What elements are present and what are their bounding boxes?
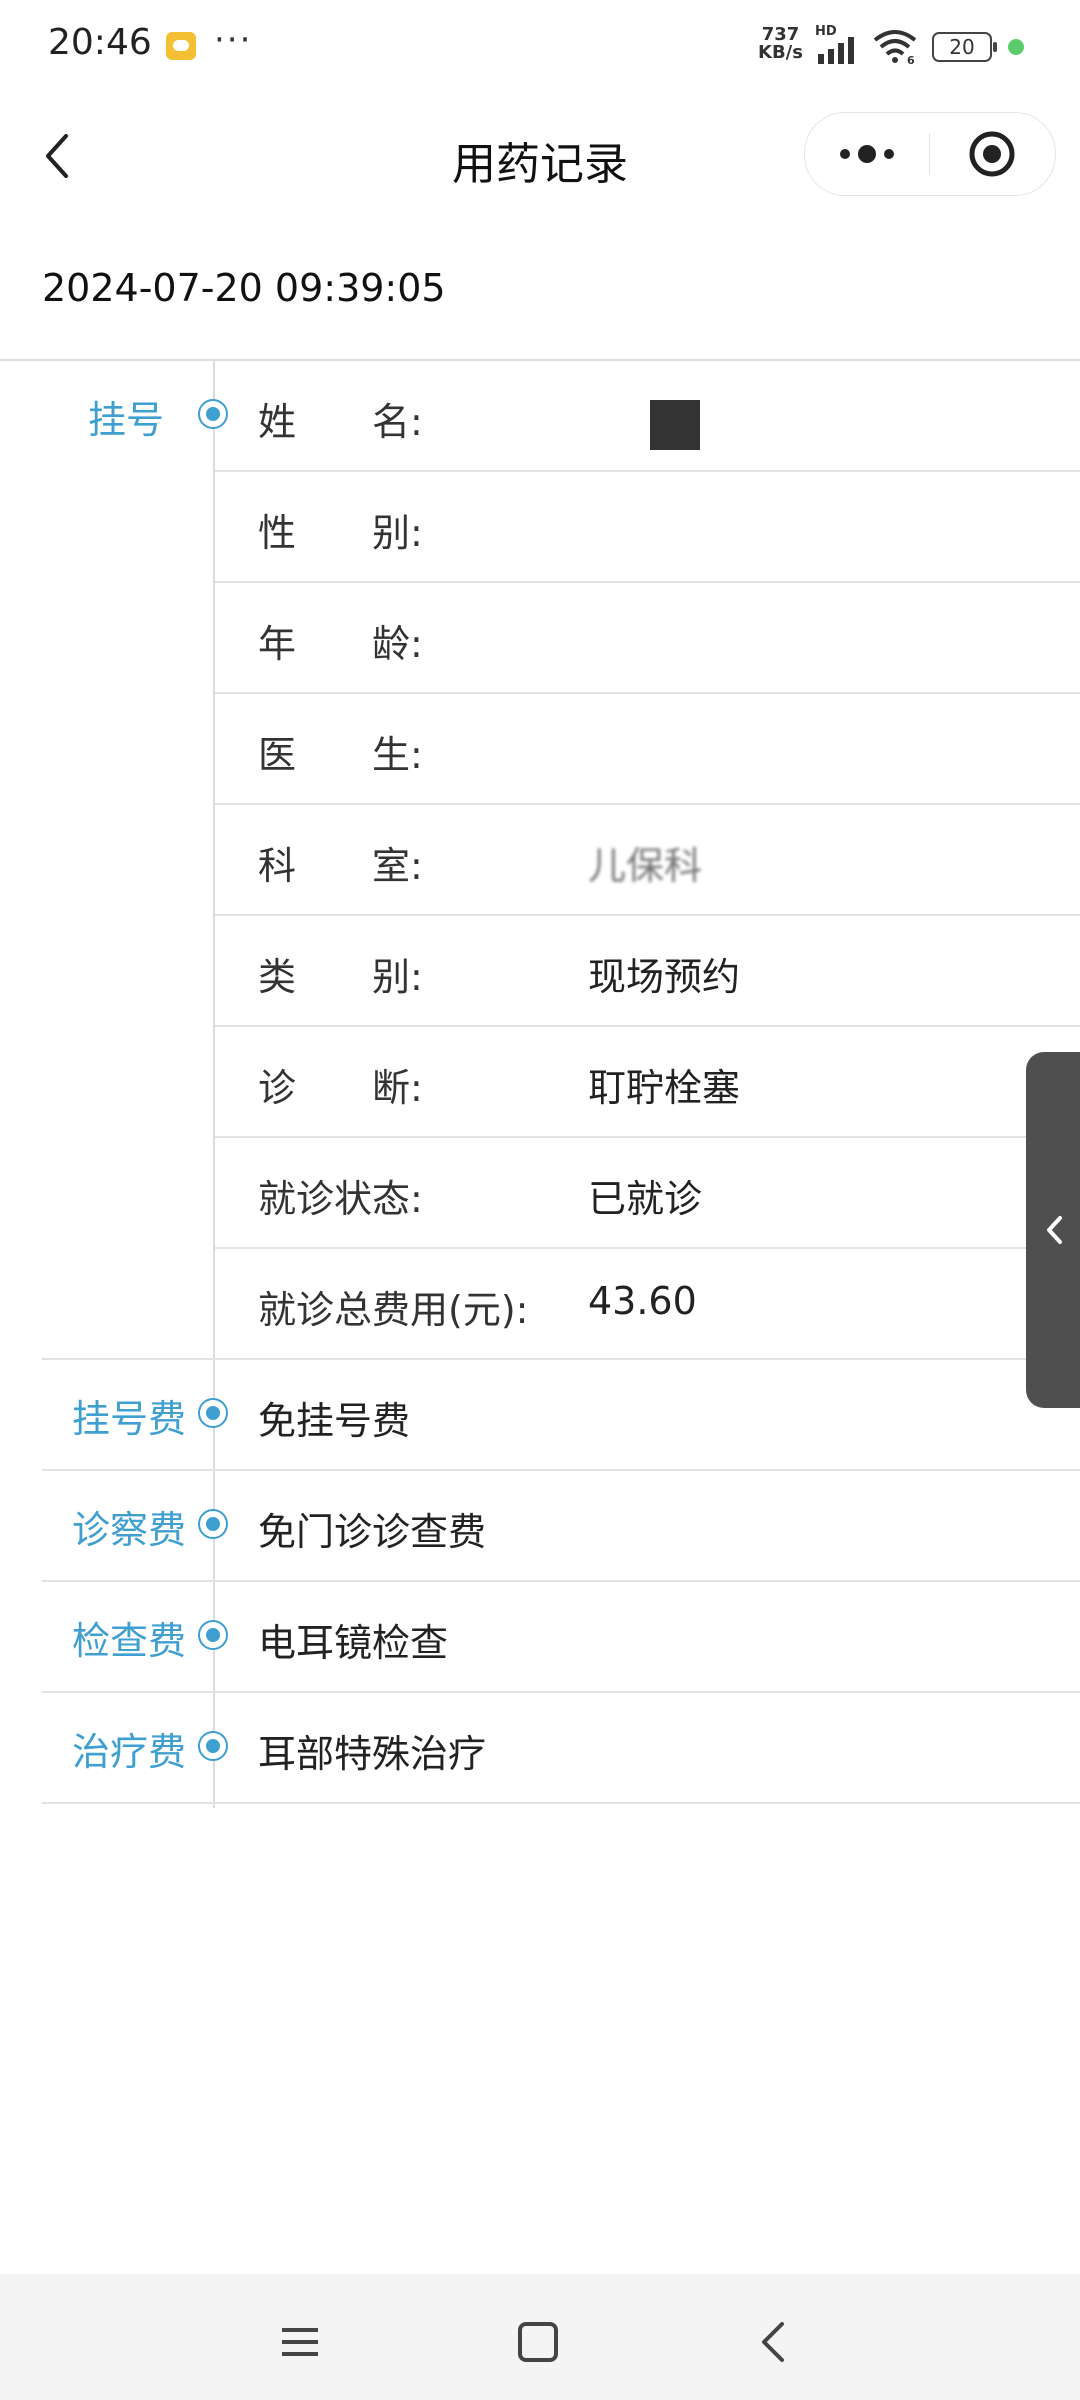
fee-row-treatment: 治疗费 耳部特殊治疗 [0, 1693, 1080, 1804]
back-icon[interactable] [744, 2312, 804, 2372]
field-row-visit-status: 就诊状态: 已就诊 [0, 1138, 1080, 1249]
fee-row-consultation: 诊察费 免门诊诊查费 [0, 1471, 1080, 1582]
field-value: 已就诊 [588, 1177, 703, 1221]
fee-item: 免挂号费 [258, 1399, 411, 1443]
field-value: 现场预约 [588, 955, 741, 999]
field-label: 性 别: [258, 511, 423, 555]
more-dots-icon [840, 145, 894, 163]
field-value: 耵聍栓塞 [588, 1066, 741, 1110]
timeline-dot-icon [198, 1731, 228, 1761]
home-icon[interactable] [508, 2312, 568, 2372]
field-row-department: 科 室: 儿保科 [0, 805, 1080, 916]
svg-text:6: 6 [907, 54, 915, 64]
target-circle-icon [969, 131, 1015, 177]
field-value: 43.60 [588, 1279, 697, 1323]
field-label: 年 龄: [258, 622, 423, 666]
cellular-signal-icon [818, 37, 854, 64]
field-label: 就诊总费用(元): [258, 1288, 529, 1332]
timeline-dot-icon [198, 399, 228, 429]
field-row-total-fee: 就诊总费用(元): 43.60 [0, 1249, 1080, 1360]
section-tag-fee: 挂号费 [71, 1397, 186, 1441]
fee-item: 电耳镜检查 [258, 1621, 449, 1665]
field-label: 医 生: [258, 733, 423, 777]
privacy-indicator-dot [1008, 39, 1024, 55]
section-tag-registration: 挂号 [87, 398, 164, 442]
field-label: 科 室: [258, 844, 423, 888]
field-label: 姓 名: [258, 400, 423, 444]
navigation-bar: 用药记录 [0, 92, 1080, 222]
field-row-doctor: 医 生: [0, 694, 1080, 805]
field-row-age: 年 龄: [0, 583, 1080, 694]
timeline-dot-icon [198, 1509, 228, 1539]
field-label: 类 别: [258, 955, 423, 999]
field-label: 就诊状态: [258, 1177, 423, 1221]
section-tag-fee: 诊察费 [71, 1508, 186, 1552]
record-datetime: 2024-07-20 09:39:05 [42, 266, 446, 310]
fee-row-registration: 挂号费 免挂号费 [0, 1360, 1080, 1471]
system-navigation-bar [0, 2274, 1080, 2400]
chevron-left-icon [1047, 1216, 1062, 1244]
timeline-dot-icon [198, 1620, 228, 1650]
more-options-button[interactable] [805, 113, 929, 195]
field-label: 诊 断: [258, 1066, 423, 1110]
close-miniprogram-button[interactable] [930, 113, 1055, 195]
section-tag-fee: 检查费 [71, 1619, 186, 1663]
battery-icon: 20 [932, 32, 997, 62]
miniprogram-capsule [804, 112, 1056, 196]
status-bar: 20:46 ··· 737 KB/s HD 6 20 [0, 0, 1080, 92]
section-tag-fee: 治疗费 [71, 1730, 186, 1774]
message-notification-icon [166, 32, 196, 60]
field-row-gender: 性 别: [0, 472, 1080, 583]
fee-row-examination: 检查费 电耳镜检查 [0, 1582, 1080, 1693]
menu-icon[interactable] [270, 2312, 330, 2372]
field-row-name: 挂号 姓 名: [0, 361, 1080, 472]
status-time: 20:46 [48, 22, 152, 63]
timeline-dot-icon [198, 1398, 228, 1428]
field-row-category: 类 别: 现场预约 [0, 916, 1080, 1027]
side-panel-toggle[interactable] [1026, 1052, 1080, 1408]
row-divider [42, 1802, 1080, 1804]
wifi-icon: 6 [873, 30, 917, 64]
fee-item: 免门诊诊查费 [258, 1510, 487, 1554]
more-notifications-indicator: ··· [214, 20, 253, 60]
network-speed-unit: KB/s [758, 42, 803, 63]
field-row-diagnosis: 诊 断: 耵聍栓塞 [0, 1027, 1080, 1138]
fee-item: 耳部特殊治疗 [258, 1732, 487, 1776]
field-value: 儿保科 [588, 844, 703, 888]
redacted-block [650, 400, 700, 450]
network-speed: 737 KB/s [758, 26, 803, 62]
